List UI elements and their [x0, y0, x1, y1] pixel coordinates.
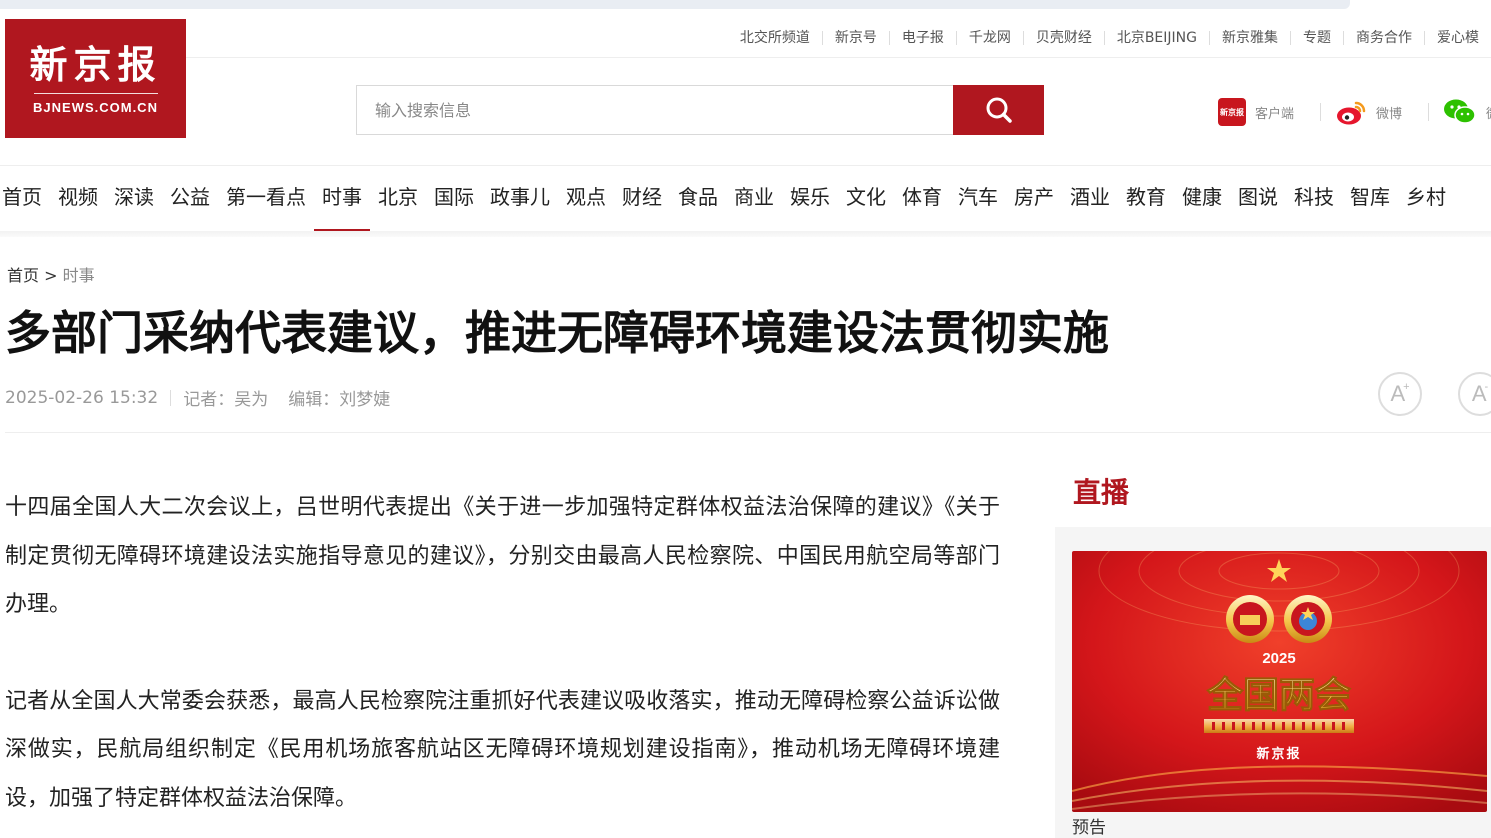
topnav-link[interactable]: 贝壳财经: [1022, 31, 1104, 45]
topnav-link[interactable]: 商务合作: [1343, 31, 1424, 45]
nav-item[interactable]: 食品: [670, 166, 726, 231]
banner-brand: 新京报: [1256, 746, 1301, 762]
live-banner[interactable]: 2025 全国两会 新京报: [1072, 551, 1487, 812]
article-title: 多部门采纳代表建议，推进无障碍环境建设法贯彻实施: [5, 306, 1109, 360]
live-section-title: 直播: [1073, 476, 1130, 509]
article-paragraph: 记者从全国人大常委会获悉，最高人民检察院注重抓好代表建议吸收落实，推动无障碍检察…: [5, 688, 1000, 811]
nav-item[interactable]: 教育: [1118, 166, 1174, 231]
nav-item[interactable]: 视频: [50, 166, 106, 231]
nav-item[interactable]: 文化: [838, 166, 894, 231]
article-meta: 2025-02-26 15:32 记者：吴为 编辑：刘梦婕: [5, 385, 391, 411]
wechat-icon: [1443, 98, 1477, 126]
app-icon: 新京报: [1218, 98, 1246, 126]
social-divider: [1428, 103, 1430, 121]
live-caption[interactable]: 预告: [1072, 813, 1106, 838]
nav-item[interactable]: 健康: [1174, 166, 1230, 231]
breadcrumb-separator: >: [39, 266, 63, 285]
publish-date: 2025-02-26 15:32: [5, 387, 159, 408]
wechat-label: 微: [1486, 103, 1491, 122]
nav-item[interactable]: 汽车: [950, 166, 1006, 231]
nav-item[interactable]: 首页: [0, 166, 50, 231]
article-paragraph: 十四届全国人大二次会议上，吕世明代表提出《关于进一步加强特定群体权益法治保障的建…: [5, 495, 1000, 617]
topnav-link[interactable]: 新京雅集: [1209, 31, 1290, 45]
font-size-increase-button[interactable]: A +: [1378, 372, 1422, 416]
topnav-link[interactable]: 专题: [1290, 31, 1343, 45]
nav-item[interactable]: 房产: [1006, 166, 1062, 231]
two-sessions-banner-image: 2025 全国两会 新京报: [1072, 551, 1487, 812]
nav-item[interactable]: 北京: [370, 166, 426, 231]
banner-headline: 全国两会: [1206, 674, 1351, 716]
breadcrumb-home[interactable]: 首页: [7, 266, 39, 285]
logo-divider: [33, 93, 158, 94]
main-nav: 首页 视频 深读 公益 第一看点 时事 北京 国际 政事儿 观点 财经 食品 商…: [0, 165, 1491, 231]
nav-item[interactable]: 娱乐: [782, 166, 838, 231]
search-icon: [986, 97, 1012, 123]
social-links: 新京报 客户端 微博 微: [1218, 98, 1491, 126]
topnav-link[interactable]: 新京号: [821, 31, 889, 45]
banner-year: 2025: [1262, 650, 1295, 667]
logo-english: BJNEWS.COM.CN: [33, 100, 158, 115]
breadcrumb-current[interactable]: 时事: [63, 266, 95, 285]
nav-item[interactable]: 公益: [162, 166, 218, 231]
search-bar: [356, 85, 1044, 135]
app-label: 客户端: [1255, 106, 1295, 122]
topnav-link[interactable]: 千龙网: [955, 31, 1023, 45]
meta-divider: [170, 389, 172, 406]
weibo-icon: [1335, 98, 1367, 126]
font-size-decrease-button[interactable]: A-: [1458, 372, 1491, 416]
breadcrumb: 首页 > 时事: [7, 262, 95, 286]
logo-chinese: 新京报: [29, 42, 162, 87]
topnav-link[interactable]: 北交所频道: [728, 31, 822, 45]
search-button[interactable]: [953, 85, 1044, 135]
topnav-link[interactable]: 北京BEIJING: [1103, 31, 1209, 45]
nav-item[interactable]: 商业: [726, 166, 782, 231]
top-scrollbar[interactable]: [0, 0, 1491, 10]
nav-shadow: [0, 231, 1491, 237]
nav-item[interactable]: 第一看点: [218, 166, 314, 231]
site-logo[interactable]: 新京报 BJNEWS.COM.CN: [5, 19, 186, 138]
weibo-link[interactable]: 微博: [1335, 98, 1402, 126]
app-link[interactable]: 新京报 客户端: [1218, 98, 1294, 126]
nav-item-active[interactable]: 时事: [314, 166, 370, 231]
nav-item[interactable]: 深读: [106, 166, 162, 231]
nav-item[interactable]: 观点: [558, 166, 614, 231]
topnav-link[interactable]: 爱心模: [1424, 31, 1491, 45]
search-input[interactable]: [356, 85, 953, 135]
nav-item[interactable]: 酒业: [1062, 166, 1118, 231]
nav-item[interactable]: 财经: [614, 166, 670, 231]
nav-item[interactable]: 科技: [1286, 166, 1342, 231]
nav-item[interactable]: 体育: [894, 166, 950, 231]
weibo-label: 微博: [1376, 106, 1403, 122]
meta-divider-line: [5, 432, 1491, 433]
social-divider: [1320, 103, 1322, 121]
reporter-name: 记者：吴为: [183, 390, 269, 410]
scrollbar-thumb[interactable]: [0, 0, 1350, 9]
nav-item[interactable]: 国际: [426, 166, 482, 231]
top-nav: 北交所频道 新京号 电子报 千龙网 贝壳财经 北京BEIJING 新京雅集 专题…: [186, 19, 1491, 58]
nav-item[interactable]: 政事儿: [482, 166, 558, 231]
nav-item[interactable]: 图说: [1230, 166, 1286, 231]
nav-item[interactable]: 智库: [1342, 166, 1398, 231]
nav-item[interactable]: 乡村: [1398, 166, 1454, 231]
editor-name: 编辑：刘梦婕: [288, 390, 391, 410]
wechat-link[interactable]: 微: [1443, 98, 1491, 126]
topnav-link[interactable]: 电子报: [888, 31, 956, 45]
article-body: 十四届全国人大二次会议上，吕世明代表提出《关于进一步加强特定群体权益法治保障的建…: [5, 484, 1000, 838]
